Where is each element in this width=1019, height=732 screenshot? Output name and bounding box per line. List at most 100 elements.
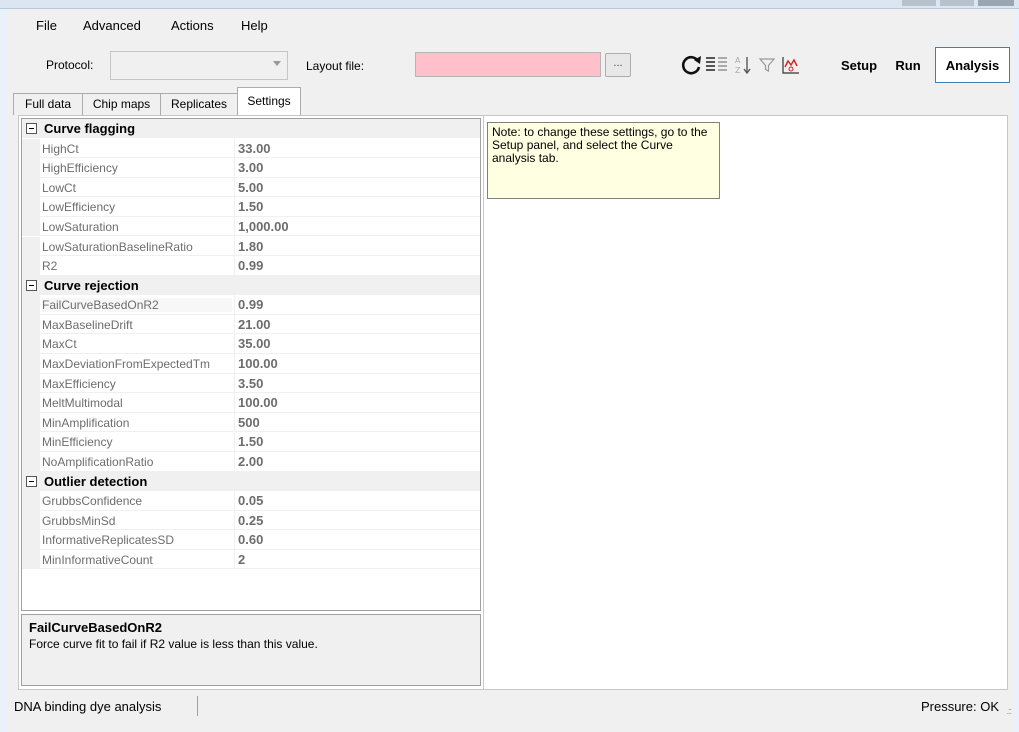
row-gutter xyxy=(22,510,40,531)
property-row[interactable]: HighCt 33.00 xyxy=(22,138,480,159)
property-value[interactable]: 3.50 xyxy=(238,376,263,391)
property-value[interactable]: 0.99 xyxy=(238,297,263,312)
category-row[interactable]: Outlier detection xyxy=(22,471,480,491)
column-divider xyxy=(234,138,235,159)
browse-layout-button[interactable]: ... xyxy=(605,53,631,77)
property-grid: Curve flagging HighCt 33.00 HighEfficiency 3… xyxy=(21,118,481,611)
property-row[interactable]: LowSaturation 1,000.00 xyxy=(22,216,480,237)
menu-file[interactable]: File xyxy=(36,18,57,33)
window-control-close[interactable] xyxy=(978,0,1014,6)
property-value[interactable]: 3.00 xyxy=(238,160,263,175)
property-name: MaxBaselineDrift xyxy=(42,317,133,332)
property-row[interactable]: LowSaturationBaselineRatio 1.80 xyxy=(22,236,480,257)
property-row[interactable]: FailCurveBasedOnR2 0.99 xyxy=(22,295,480,315)
column-divider xyxy=(234,373,235,394)
property-value[interactable]: 33.00 xyxy=(238,141,271,156)
property-value[interactable]: 1.50 xyxy=(238,199,263,214)
property-row[interactable]: MinAmplification 500 xyxy=(22,412,480,433)
chart-icon xyxy=(782,57,799,74)
list-view-icon xyxy=(706,57,727,71)
refresh-button[interactable] xyxy=(678,51,704,79)
run-button[interactable]: Run xyxy=(889,47,927,83)
tab-full-data[interactable]: Full data xyxy=(13,93,83,115)
column-divider xyxy=(234,177,235,198)
column-divider xyxy=(234,314,235,335)
property-value[interactable]: 0.05 xyxy=(238,493,263,508)
row-gutter xyxy=(22,295,40,315)
property-row[interactable]: GrubbsConfidence 0.05 xyxy=(22,491,480,511)
window-control-minimize[interactable] xyxy=(902,0,936,6)
property-value[interactable]: 500 xyxy=(238,415,260,430)
property-value[interactable]: 1.80 xyxy=(238,239,263,254)
svg-text:A: A xyxy=(735,56,741,65)
collapse-icon[interactable] xyxy=(26,475,37,487)
property-row[interactable]: GrubbsMinSd 0.25 xyxy=(22,510,480,531)
property-row[interactable]: LowEfficiency 1.50 xyxy=(22,197,480,217)
filter-button[interactable] xyxy=(754,51,780,79)
tab-replicates[interactable]: Replicates xyxy=(160,93,238,115)
menu-advanced[interactable]: Advanced xyxy=(83,18,141,33)
sort-az-button[interactable]: A Z xyxy=(730,51,756,79)
collapse-icon[interactable] xyxy=(26,279,37,291)
sort-az-icon: A Z xyxy=(735,56,751,75)
category-row[interactable]: Curve flagging xyxy=(22,119,480,138)
property-row[interactable]: NoAmplificationRatio 2.00 xyxy=(22,452,480,472)
property-value[interactable]: 100.00 xyxy=(238,395,278,410)
menu-actions[interactable]: Actions xyxy=(171,18,214,33)
property-row[interactable]: MaxEfficiency 3.50 xyxy=(22,373,480,394)
property-name: HighCt xyxy=(42,141,79,156)
property-value[interactable]: 21.00 xyxy=(238,317,271,332)
property-row[interactable]: MinEfficiency 1.50 xyxy=(22,432,480,452)
property-value[interactable]: 35.00 xyxy=(238,336,271,351)
property-name: FailCurveBasedOnR2 xyxy=(42,298,232,313)
row-separator xyxy=(40,568,480,570)
window-control-maximize[interactable] xyxy=(940,0,974,6)
panel-splitter[interactable] xyxy=(483,116,484,689)
category-name: Curve rejection xyxy=(44,277,139,293)
row-gutter xyxy=(22,452,40,472)
status-analysis-type: DNA binding dye analysis xyxy=(14,699,162,714)
property-row[interactable]: MaxBaselineDrift 21.00 xyxy=(22,314,480,335)
property-value[interactable]: 1.50 xyxy=(238,434,263,449)
property-row[interactable]: MinInformativeCount 2 xyxy=(22,549,480,570)
layout-file-input[interactable] xyxy=(415,52,601,77)
menu-bar: File Advanced Actions Help xyxy=(8,9,1013,41)
property-value[interactable]: 100.00 xyxy=(238,356,278,371)
property-value[interactable]: 1,000.00 xyxy=(238,219,289,234)
setup-button[interactable]: Setup xyxy=(834,47,884,83)
property-value[interactable]: 5.00 xyxy=(238,180,263,195)
menu-help[interactable]: Help xyxy=(241,18,268,33)
property-row[interactable]: InformativeReplicatesSD 0.60 xyxy=(22,530,480,550)
toolbar: Protocol: Layout file: ... A Z Setup Run… xyxy=(8,41,1013,95)
column-divider xyxy=(234,432,235,452)
property-value[interactable]: 0.60 xyxy=(238,532,263,547)
tab-settings[interactable]: Settings xyxy=(237,87,301,115)
resize-grip-icon[interactable]: .:: xyxy=(1006,706,1011,716)
list-view-button[interactable] xyxy=(704,51,730,79)
category-row[interactable]: Curve rejection xyxy=(22,275,480,295)
property-row[interactable]: HighEfficiency 3.00 xyxy=(22,158,480,178)
status-bar: DNA binding dye analysis Pressure: OK .:… xyxy=(8,692,1013,720)
app-window: File Advanced Actions Help Protocol: Lay… xyxy=(8,9,1013,732)
property-row[interactable]: R2 0.99 xyxy=(22,256,480,276)
property-row[interactable]: MaxDeviationFromExpectedTm 100.00 xyxy=(22,354,480,374)
property-value[interactable]: 0.25 xyxy=(238,513,263,528)
property-row[interactable]: MeltMultimodal 100.00 xyxy=(22,393,480,413)
protocol-dropdown[interactable] xyxy=(110,51,288,80)
chart-button[interactable] xyxy=(778,51,804,79)
column-divider xyxy=(234,236,235,257)
analysis-button[interactable]: Analysis xyxy=(935,47,1010,83)
property-value[interactable]: 0.99 xyxy=(238,258,263,273)
collapse-icon[interactable] xyxy=(26,123,37,134)
property-name: MaxEfficiency xyxy=(42,376,116,391)
property-help-box: FailCurveBasedOnR2 Force curve fit to fa… xyxy=(21,614,481,686)
column-divider xyxy=(234,256,235,276)
property-name: MinAmplification xyxy=(42,415,130,430)
property-row[interactable]: MaxCt 35.00 xyxy=(22,334,480,354)
property-name: NoAmplificationRatio xyxy=(42,455,154,469)
column-divider xyxy=(234,334,235,354)
tab-chip-maps[interactable]: Chip maps xyxy=(82,93,161,115)
property-value[interactable]: 2 xyxy=(238,552,245,567)
property-row[interactable]: LowCt 5.00 xyxy=(22,177,480,198)
property-value[interactable]: 2.00 xyxy=(238,454,263,469)
